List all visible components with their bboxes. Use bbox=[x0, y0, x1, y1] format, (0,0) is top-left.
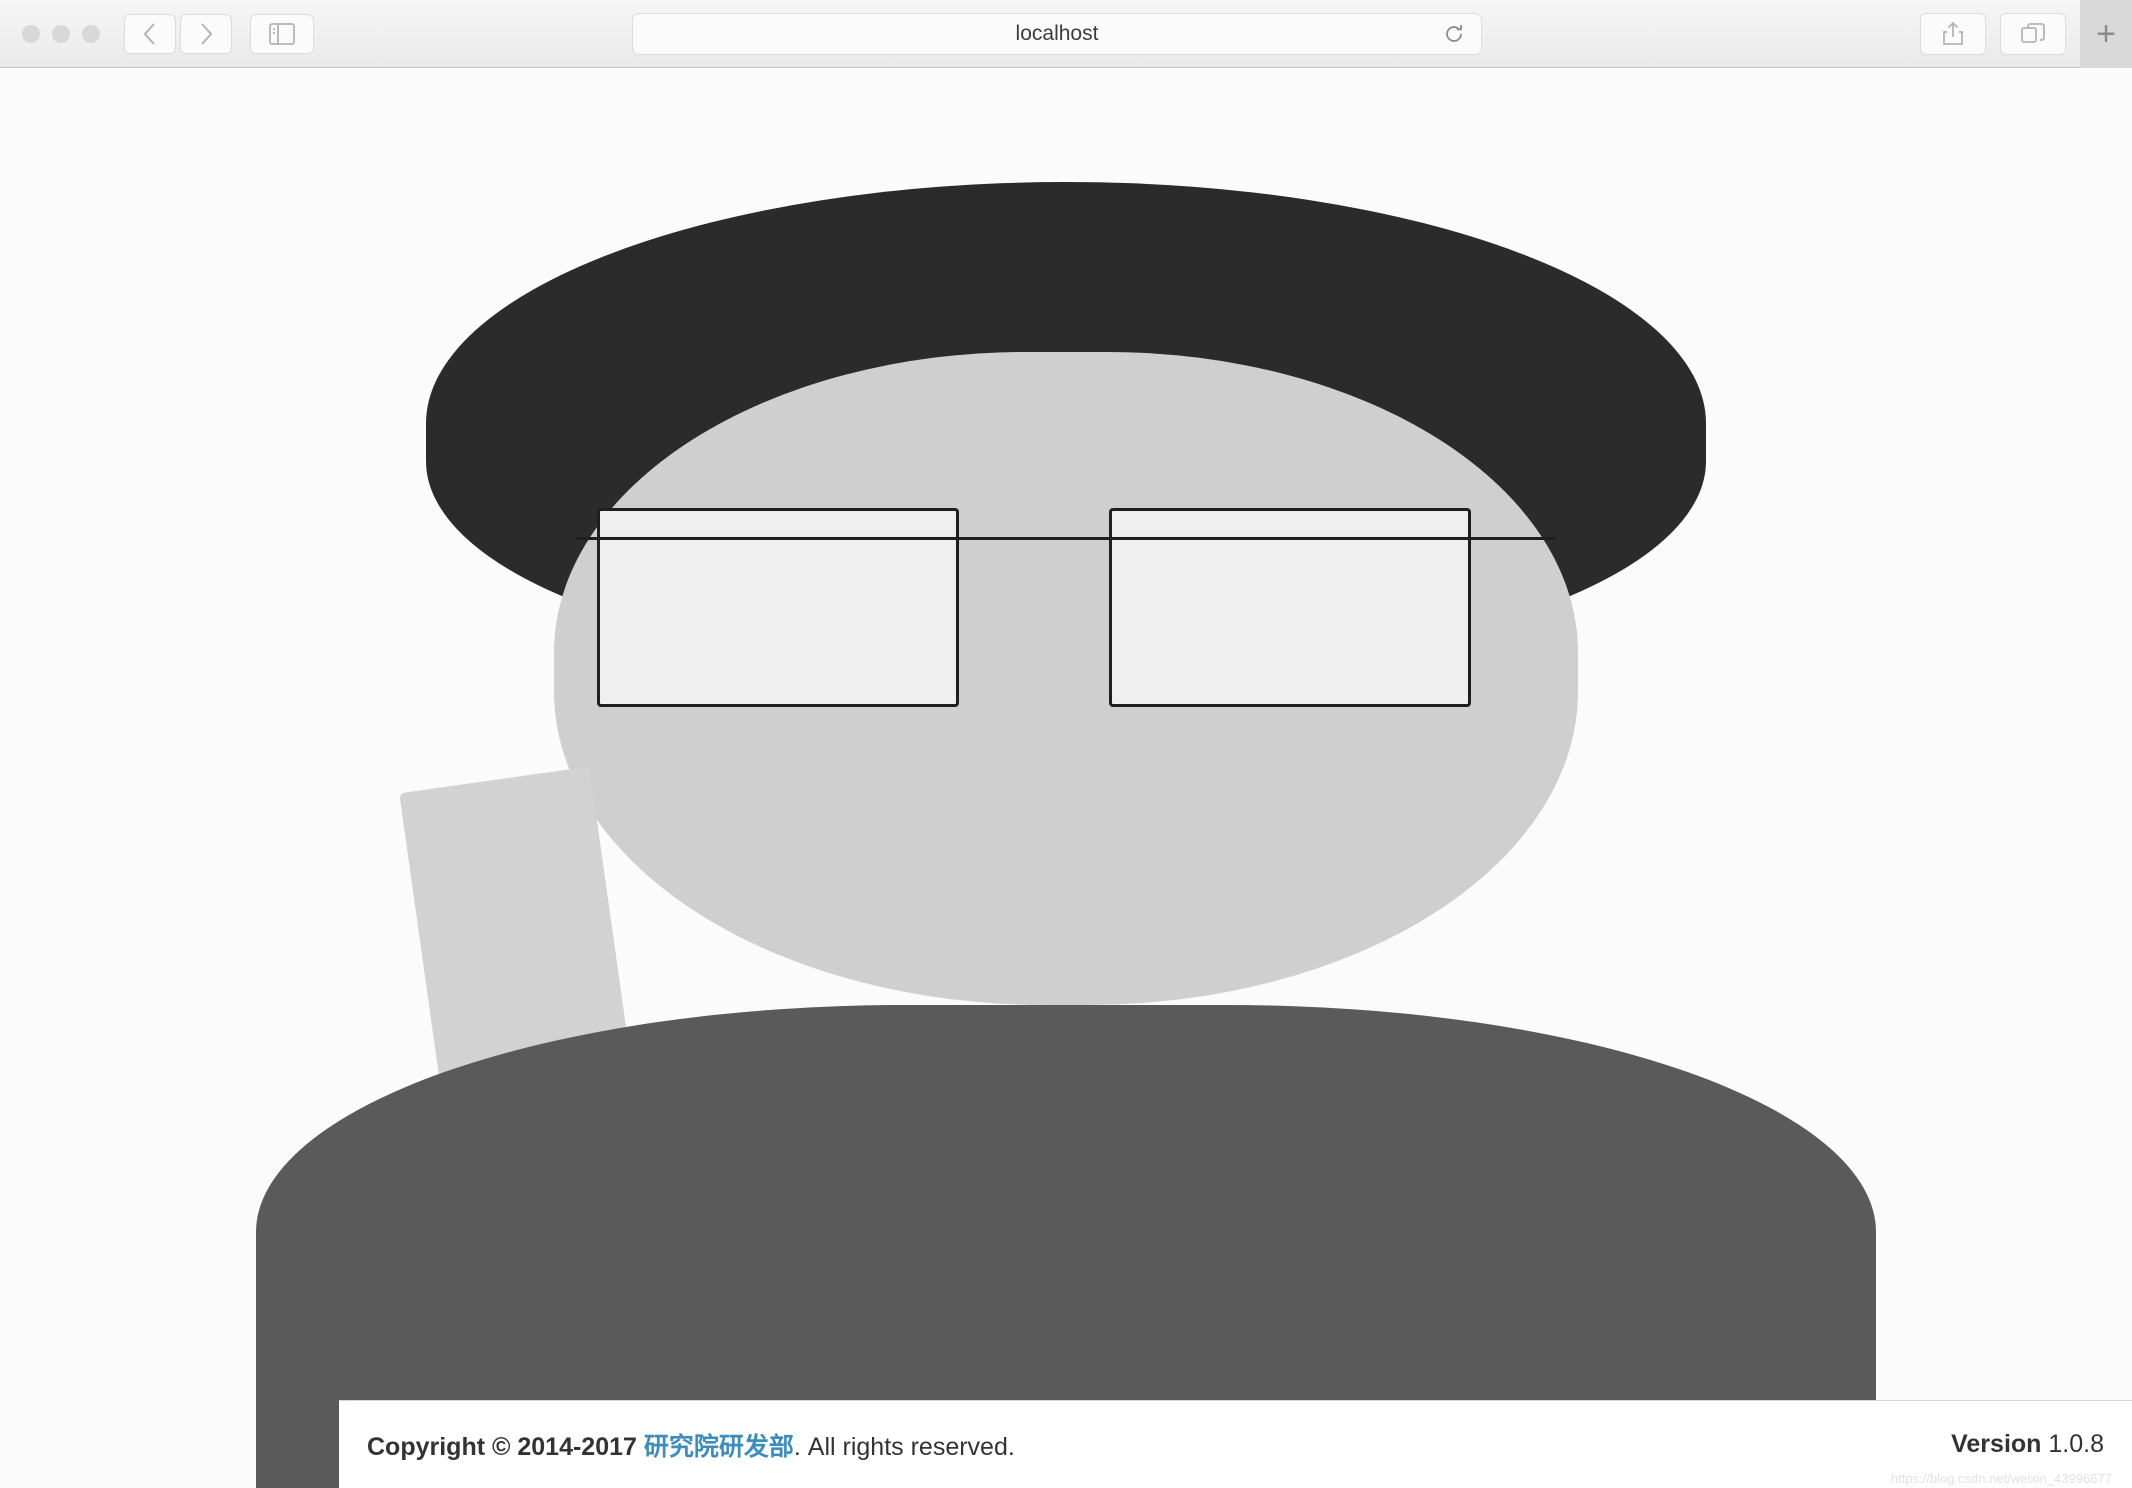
sidebar-toggle-button[interactable] bbox=[250, 13, 314, 54]
watermark: https://blog.csdn.net/weixin_43996677 bbox=[1890, 1471, 2112, 1486]
tabs-icon[interactable] bbox=[2000, 13, 2066, 55]
footer-copyright: Copyright © 2014-2017 研究院研发部. All rights… bbox=[367, 1427, 1015, 1463]
footer-version-label: Version bbox=[1951, 1430, 2042, 1458]
footer: Copyright © 2014-2017 研究院研发部. All rights… bbox=[339, 1400, 2132, 1488]
browser-right-controls: + bbox=[1920, 0, 2132, 68]
share-icon[interactable] bbox=[1920, 13, 1986, 55]
new-tab-button[interactable]: + bbox=[2080, 0, 2132, 68]
maximize-window-button[interactable] bbox=[82, 24, 100, 43]
footer-copyright-text: Copyright © 2014-2017 bbox=[367, 1432, 637, 1461]
footer-org-link[interactable]: 研究院研发部 bbox=[644, 1433, 794, 1461]
footer-rights-text: . All rights reserved. bbox=[793, 1432, 1015, 1461]
back-button[interactable] bbox=[124, 13, 176, 54]
footer-version: Version 1.0.8 bbox=[1951, 1430, 2104, 1459]
topnav-avatar[interactable] bbox=[0, 68, 2132, 1488]
close-window-button[interactable] bbox=[22, 24, 40, 43]
minimize-window-button[interactable] bbox=[52, 24, 70, 43]
main-content: ☰ 用户管理 全部用户 bbox=[0, 68, 2132, 1488]
address-bar[interactable]: localhost bbox=[632, 12, 1482, 55]
window-traffic-lights[interactable] bbox=[22, 24, 100, 43]
app-shell: 中软ETC用户管理系统 在线 菜单 bbox=[0, 68, 2132, 1488]
browser-chrome: localhost + bbox=[0, 0, 2132, 68]
reload-icon[interactable] bbox=[1443, 23, 1465, 45]
topnav: ☰ bbox=[0, 68, 2132, 1488]
address-bar-text: localhost bbox=[1015, 21, 1099, 45]
forward-button[interactable] bbox=[180, 13, 232, 54]
footer-version-number: 1.0.8 bbox=[2048, 1430, 2104, 1458]
browser-nav-group bbox=[124, 13, 232, 54]
